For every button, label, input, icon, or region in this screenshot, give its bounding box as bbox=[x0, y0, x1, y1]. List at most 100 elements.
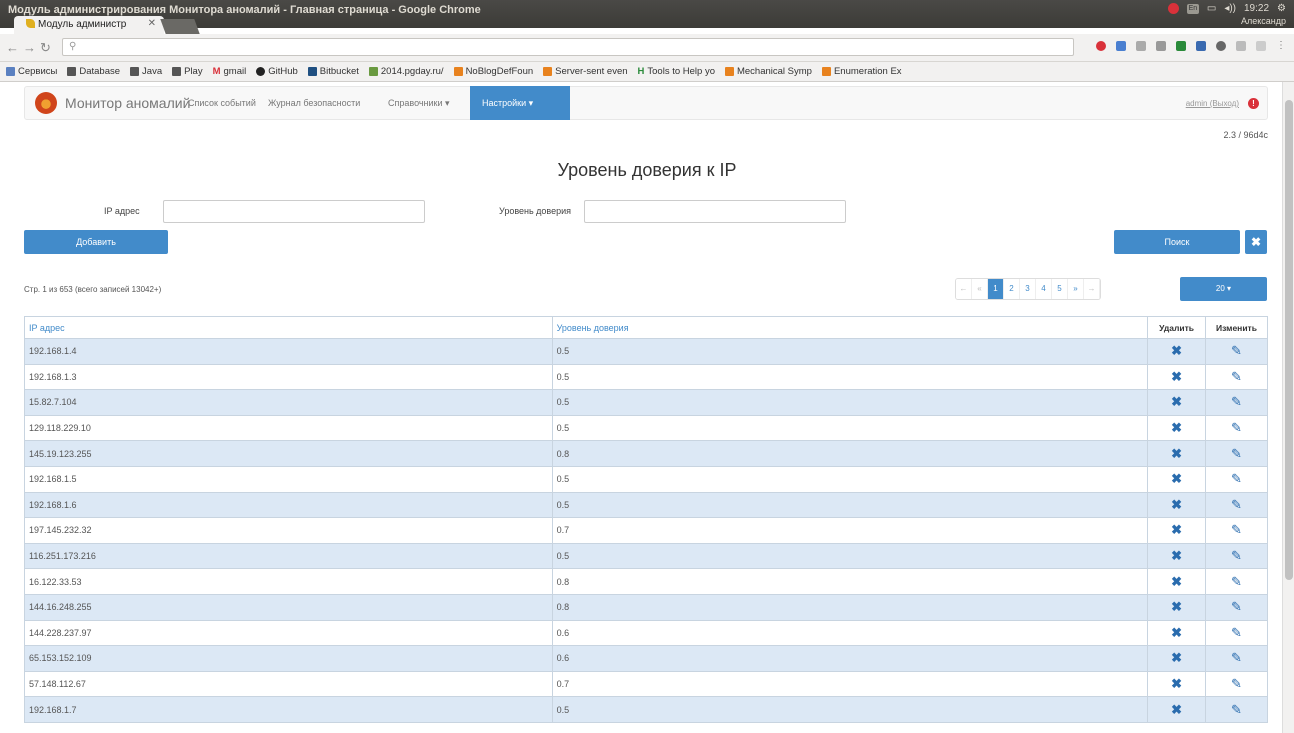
delete-icon[interactable]: ✖ bbox=[1171, 420, 1182, 435]
extension-icon[interactable] bbox=[1196, 41, 1206, 51]
alert-badge-icon[interactable]: ! bbox=[1248, 98, 1259, 109]
app-logo-icon[interactable] bbox=[35, 92, 57, 114]
forward-icon[interactable]: → bbox=[23, 40, 40, 55]
opera-icon[interactable] bbox=[1096, 41, 1106, 51]
delete-icon[interactable]: ✖ bbox=[1171, 522, 1182, 537]
edit-pencil-icon[interactable]: ✎ bbox=[1231, 420, 1242, 435]
extension-icon[interactable] bbox=[1156, 41, 1166, 51]
trust-filter-label: Уровень доверия bbox=[499, 206, 572, 216]
edit-pencil-icon[interactable]: ✎ bbox=[1231, 497, 1242, 512]
pager-page-4[interactable]: 4 bbox=[1036, 279, 1052, 299]
bookmark-item[interactable]: Enumeration Ex bbox=[821, 66, 902, 77]
omnibox[interactable]: ⚲ bbox=[62, 38, 1074, 56]
clock[interactable]: 19:22 bbox=[1244, 3, 1269, 14]
page-size-dropdown[interactable]: 20 ▾ bbox=[1180, 277, 1267, 301]
bookmark-item[interactable]: Database bbox=[67, 66, 120, 77]
page-scrollbar[interactable] bbox=[1282, 82, 1294, 733]
edit-pencil-icon[interactable]: ✎ bbox=[1231, 574, 1242, 589]
pager-next[interactable]: » bbox=[1068, 279, 1084, 299]
delete-icon[interactable]: ✖ bbox=[1171, 369, 1182, 384]
edit-pencil-icon[interactable]: ✎ bbox=[1231, 522, 1242, 537]
delete-icon[interactable]: ✖ bbox=[1171, 343, 1182, 358]
pager-last[interactable]: → bbox=[1084, 279, 1100, 299]
edit-pencil-icon[interactable]: ✎ bbox=[1231, 702, 1242, 717]
new-tab-button[interactable] bbox=[160, 19, 200, 34]
pager-page-1[interactable]: 1 bbox=[988, 279, 1004, 299]
delete-cell: ✖ bbox=[1147, 619, 1206, 647]
browser-tab[interactable]: Модуль администр ✕ bbox=[14, 16, 164, 34]
bookmark-item[interactable]: H Tools to Help yo bbox=[638, 66, 715, 77]
edit-pencil-icon[interactable]: ✎ bbox=[1231, 599, 1242, 614]
bookmark-item[interactable]: Java bbox=[130, 66, 162, 77]
trust-filter-input[interactable] bbox=[584, 200, 846, 223]
extension-icon[interactable] bbox=[1176, 41, 1186, 51]
bookmark-item[interactable]: Bitbucket bbox=[307, 66, 359, 77]
search-button[interactable]: Поиск bbox=[1114, 230, 1240, 254]
delete-icon[interactable]: ✖ bbox=[1171, 650, 1182, 665]
table-row: 192.168.1.6 0.5 ✖ ✎ bbox=[24, 491, 1268, 519]
folder-icon bbox=[130, 67, 140, 76]
bookmark-item[interactable]: Сервисы bbox=[6, 66, 57, 77]
tab-close-icon[interactable]: ✕ bbox=[148, 18, 156, 29]
pager-prev[interactable]: « bbox=[972, 279, 988, 299]
pager-page-5[interactable]: 5 bbox=[1052, 279, 1068, 299]
edit-pencil-icon[interactable]: ✎ bbox=[1231, 548, 1242, 563]
network-error-icon[interactable] bbox=[1167, 3, 1179, 14]
edit-pencil-icon[interactable]: ✎ bbox=[1231, 676, 1242, 691]
logout-link[interactable]: admin (Выход) bbox=[1186, 99, 1239, 108]
delete-icon[interactable]: ✖ bbox=[1171, 702, 1182, 717]
delete-icon[interactable]: ✖ bbox=[1171, 625, 1182, 640]
bookmark-item[interactable]: Play bbox=[172, 66, 203, 77]
pager-page-3[interactable]: 3 bbox=[1020, 279, 1036, 299]
os-user-name[interactable]: Александр bbox=[1241, 16, 1286, 26]
edit-pencil-icon[interactable]: ✎ bbox=[1231, 650, 1242, 665]
extension-icon[interactable] bbox=[1236, 41, 1246, 51]
battery-icon[interactable]: ▭ bbox=[1207, 3, 1216, 14]
bookmark-item[interactable]: Server-sent even bbox=[543, 66, 628, 77]
volume-icon[interactable]: ◂)) bbox=[1224, 3, 1236, 14]
reload-icon[interactable]: ↻ bbox=[40, 40, 55, 55]
delete-icon[interactable]: ✖ bbox=[1171, 599, 1182, 614]
edit-pencil-icon[interactable]: ✎ bbox=[1231, 394, 1242, 409]
translate-icon[interactable] bbox=[1116, 41, 1126, 51]
nav-events-list[interactable]: Список событий bbox=[188, 98, 256, 108]
delete-icon[interactable]: ✖ bbox=[1171, 548, 1182, 563]
bookmark-item[interactable]: 2014.pgday.ru/ bbox=[368, 66, 444, 77]
edit-pencil-icon[interactable]: ✎ bbox=[1231, 625, 1242, 640]
bookmark-item[interactable]: Mechanical Symp bbox=[724, 66, 812, 77]
back-icon[interactable]: ← bbox=[6, 40, 23, 55]
col-trust-header[interactable]: Уровень доверия bbox=[551, 316, 1149, 339]
settings-gear-icon[interactable]: ⚙ bbox=[1277, 3, 1286, 14]
edit-pencil-icon[interactable]: ✎ bbox=[1231, 369, 1242, 384]
edit-pencil-icon[interactable]: ✎ bbox=[1231, 446, 1242, 461]
nav-settings[interactable]: Настройки ▾ bbox=[470, 86, 570, 120]
delete-icon[interactable]: ✖ bbox=[1171, 676, 1182, 691]
clear-filter-button[interactable]: ✖ bbox=[1245, 230, 1267, 254]
edit-pencil-icon[interactable]: ✎ bbox=[1231, 343, 1242, 358]
extension-icon[interactable] bbox=[1216, 41, 1226, 51]
ip-filter-input[interactable] bbox=[163, 200, 425, 223]
nav-references[interactable]: Справочники ▾ bbox=[388, 98, 450, 109]
pager-page-2[interactable]: 2 bbox=[1004, 279, 1020, 299]
edit-pencil-icon[interactable]: ✎ bbox=[1231, 471, 1242, 486]
app-brand[interactable]: Монитор аномалий bbox=[65, 95, 190, 111]
nav-security-log[interactable]: Журнал безопасности bbox=[268, 98, 360, 108]
delete-icon[interactable]: ✖ bbox=[1171, 394, 1182, 409]
extension-icon[interactable] bbox=[1136, 41, 1146, 51]
keyboard-layout-icon[interactable]: En bbox=[1186, 3, 1199, 14]
extension-icon[interactable] bbox=[1256, 41, 1266, 51]
col-ip-header[interactable]: IP адрес bbox=[24, 316, 553, 339]
table-row: 192.168.1.4 0.5 ✖ ✎ bbox=[24, 338, 1268, 365]
delete-icon[interactable]: ✖ bbox=[1171, 471, 1182, 486]
delete-icon[interactable]: ✖ bbox=[1171, 446, 1182, 461]
bookmark-item[interactable]: Mgmail bbox=[213, 66, 247, 77]
delete-icon[interactable]: ✖ bbox=[1171, 497, 1182, 512]
pager-first[interactable]: ← bbox=[956, 279, 972, 299]
add-button[interactable]: Добавить bbox=[24, 230, 168, 254]
menu-icon[interactable]: ⋮ bbox=[1276, 41, 1286, 51]
delete-icon[interactable]: ✖ bbox=[1171, 574, 1182, 589]
scrollbar-thumb[interactable] bbox=[1285, 100, 1293, 580]
bookmark-item[interactable]: NoBlogDefFoun bbox=[453, 66, 533, 77]
bookmark-item[interactable]: GitHub bbox=[256, 66, 298, 77]
delete-cell: ✖ bbox=[1147, 542, 1206, 570]
